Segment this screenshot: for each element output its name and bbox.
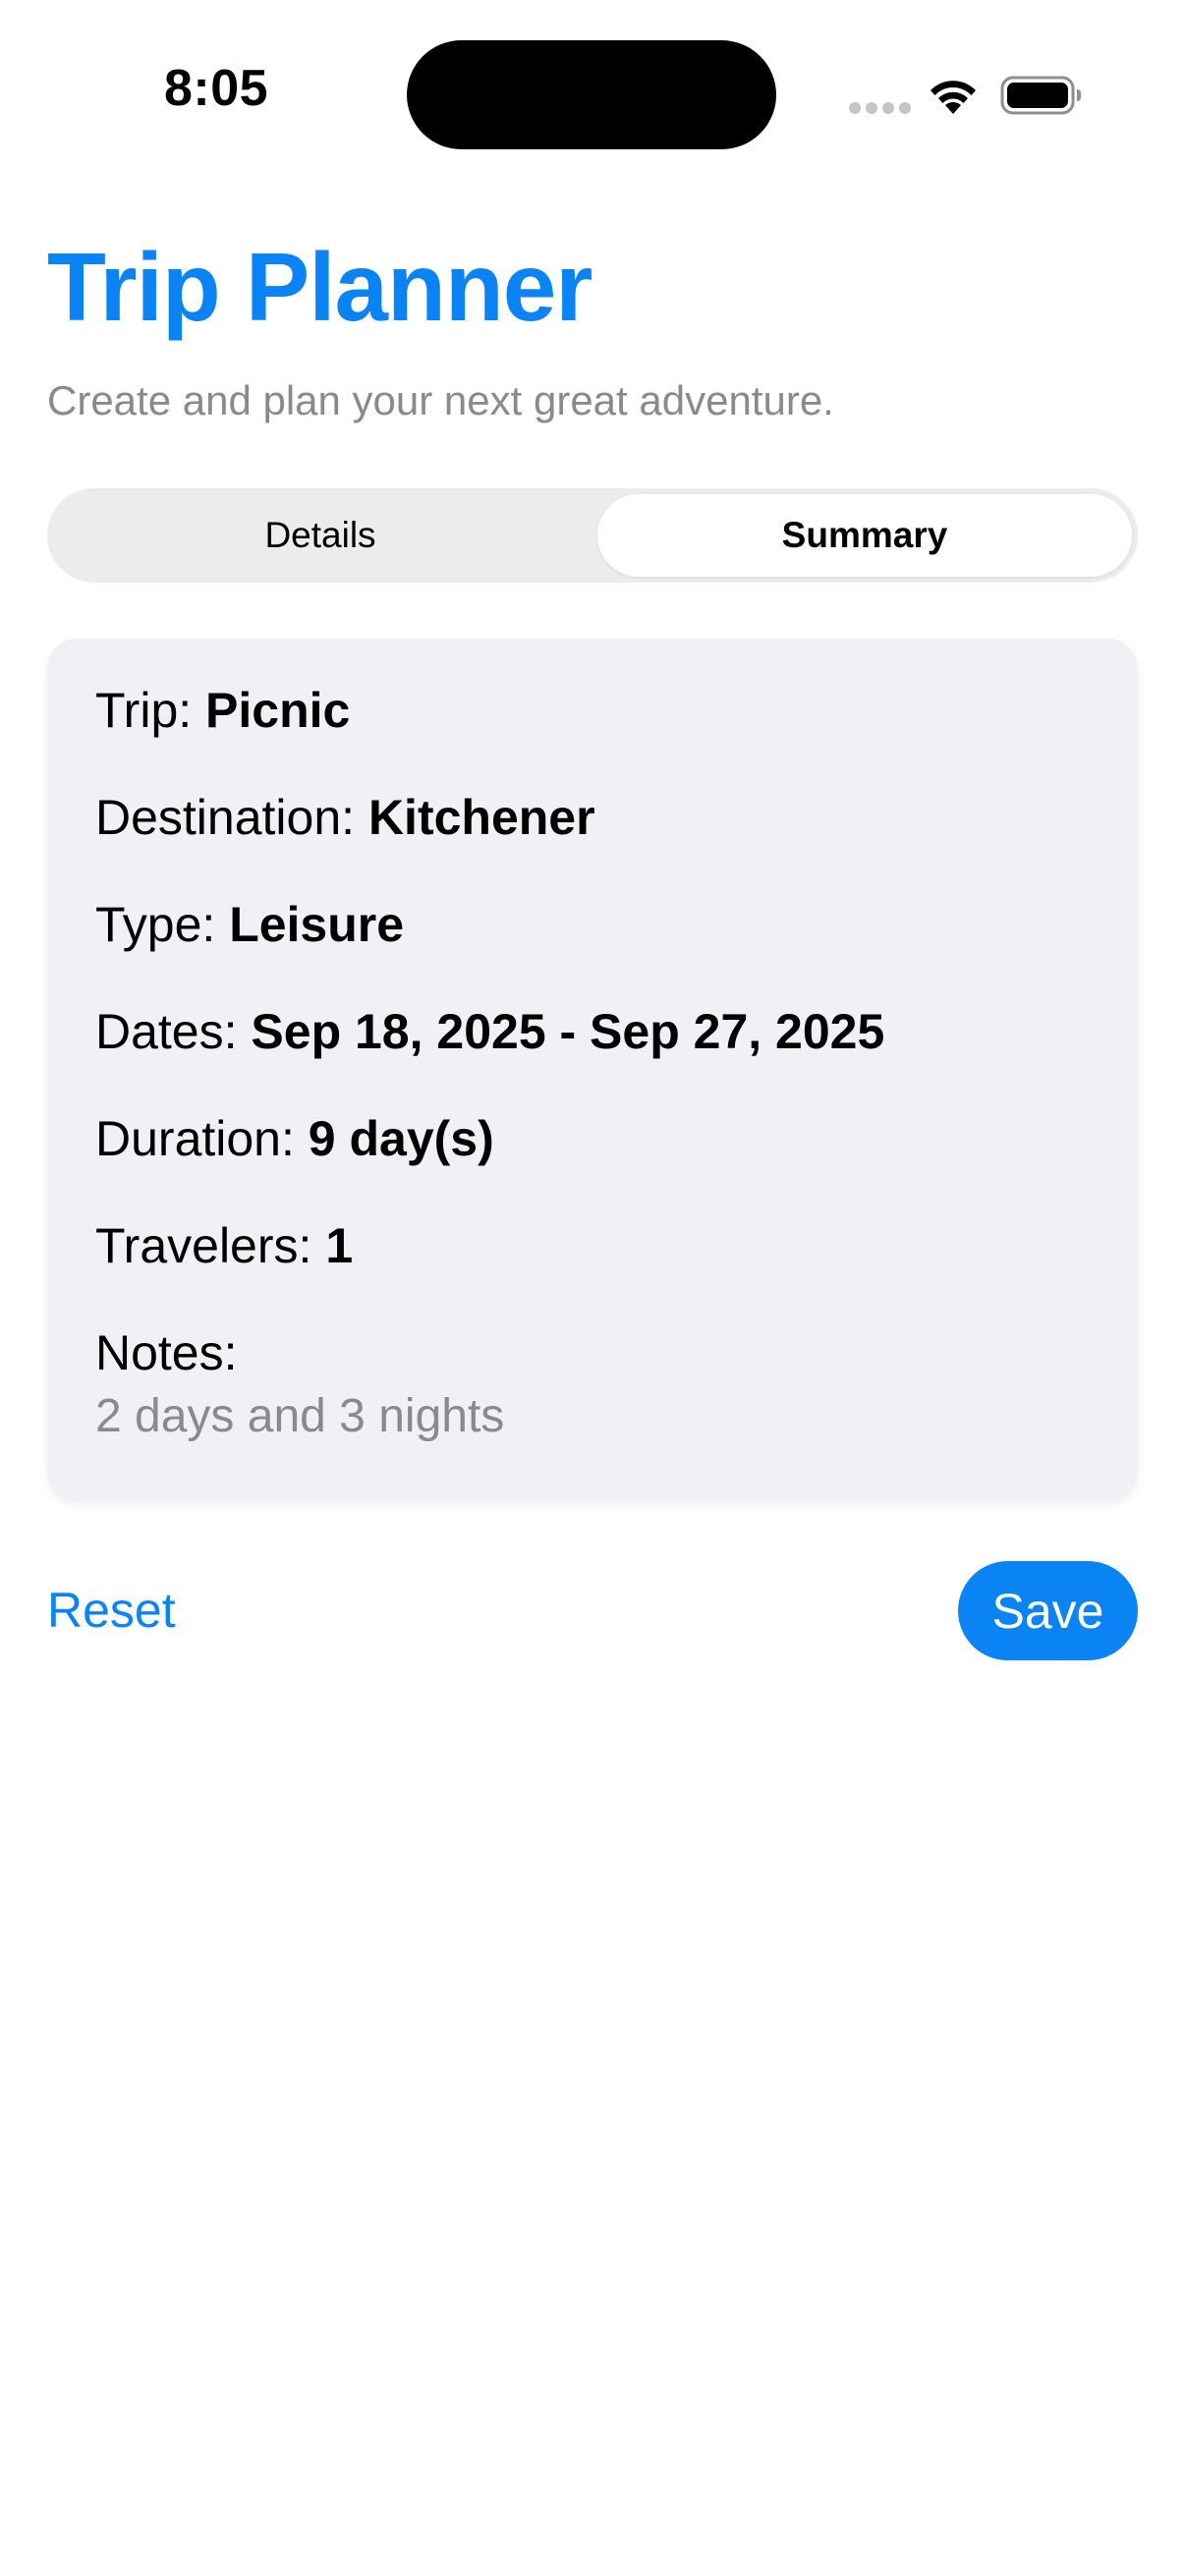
- travelers-value: 1: [325, 1218, 354, 1273]
- cellular-signal-icon: [849, 102, 911, 114]
- duration-value: 9 day(s): [308, 1111, 494, 1166]
- summary-row-notes: Notes:: [95, 1324, 238, 1381]
- type-value: Leisure: [229, 897, 405, 952]
- dynamic-island: [407, 40, 776, 149]
- battery-icon: [1000, 76, 1081, 115]
- dates-label: Dates:: [95, 1004, 252, 1059]
- status-bar: 8:05: [0, 0, 1185, 187]
- status-time: 8:05: [163, 60, 269, 117]
- save-button[interactable]: Save: [958, 1561, 1138, 1660]
- summary-card: Trip: Picnic Destination: Kitchener Type…: [47, 639, 1138, 1501]
- tab-summary[interactable]: Summary: [597, 494, 1132, 577]
- reset-button[interactable]: Reset: [47, 1582, 176, 1639]
- summary-row-duration: Duration: 9 day(s): [95, 1110, 494, 1167]
- page-title: Trip Planner: [47, 233, 592, 341]
- summary-row-destination: Destination: Kitchener: [95, 789, 595, 846]
- summary-row-travelers: Travelers: 1: [95, 1217, 353, 1274]
- segmented-control: Details Summary: [47, 488, 1138, 583]
- notes-label: Notes:: [95, 1325, 238, 1380]
- duration-label: Duration:: [95, 1111, 309, 1166]
- type-label: Type:: [95, 897, 230, 952]
- destination-label: Destination:: [95, 790, 368, 845]
- notes-value: 2 days and 3 nights: [95, 1390, 505, 1442]
- summary-row-trip: Trip: Picnic: [95, 682, 350, 739]
- summary-row-type: Type: Leisure: [95, 896, 404, 953]
- wifi-icon: [931, 81, 976, 114]
- page-subtitle: Create and plan your next great adventur…: [47, 377, 834, 423]
- destination-value: Kitchener: [367, 790, 595, 845]
- tab-details[interactable]: Details: [53, 494, 588, 577]
- travelers-label: Travelers:: [95, 1218, 326, 1273]
- dates-value: Sep 18, 2025 - Sep 27, 2025: [251, 1004, 885, 1059]
- trip-label: Trip:: [95, 683, 206, 738]
- summary-row-dates: Dates: Sep 18, 2025 - Sep 27, 2025: [95, 1003, 884, 1060]
- trip-value: Picnic: [205, 683, 351, 738]
